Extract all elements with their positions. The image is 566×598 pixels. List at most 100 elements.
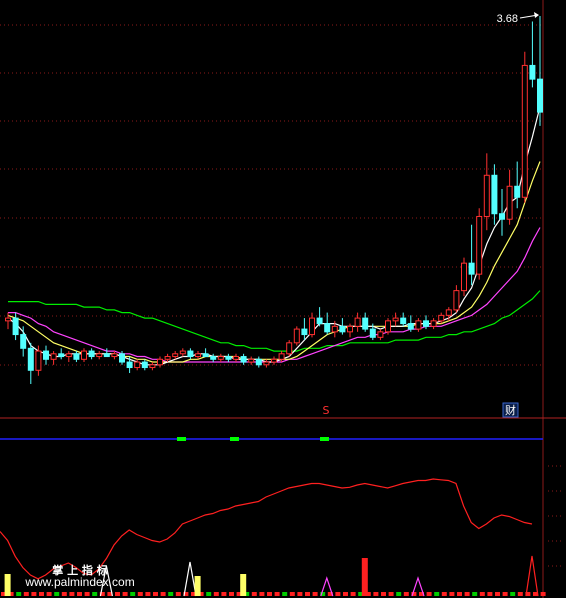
bottom-strip-bar-50 bbox=[381, 592, 386, 596]
candle-body-61 bbox=[468, 262, 475, 275]
candle-body-16 bbox=[126, 361, 133, 369]
candle-body-20 bbox=[157, 358, 163, 366]
bottom-strip-bar-6 bbox=[46, 592, 52, 596]
s-marker: S bbox=[323, 404, 330, 417]
bottom-strip-bar-9 bbox=[69, 592, 75, 596]
bottom-strip-bar-63 bbox=[479, 592, 485, 596]
candle-body-49 bbox=[377, 331, 384, 338]
bottom-strip-bar-65 bbox=[495, 592, 500, 596]
signal-spike-4 bbox=[240, 574, 247, 596]
signal-spike-8 bbox=[525, 555, 539, 597]
candle-body-17 bbox=[134, 361, 141, 369]
candle-body-66 bbox=[506, 185, 513, 220]
candle-body-46 bbox=[354, 317, 361, 327]
candle-body-7 bbox=[58, 353, 65, 358]
bottom-strip-bar-8 bbox=[61, 592, 67, 596]
candle-body-41 bbox=[316, 317, 323, 325]
candle-body-1 bbox=[12, 317, 19, 336]
signal-spike-0 bbox=[4, 574, 11, 596]
candle-body-24 bbox=[187, 350, 194, 358]
bottom-strip-bar-37 bbox=[282, 592, 288, 596]
candle-body-31 bbox=[240, 356, 247, 363]
bottom-strip-bar-58 bbox=[441, 592, 447, 596]
candle-body-64 bbox=[491, 174, 498, 215]
candle-body-67 bbox=[514, 185, 521, 198]
bottom-strip-bar-60 bbox=[457, 592, 462, 596]
bottom-strip-bar-35 bbox=[267, 592, 272, 596]
bottom-strip-bar-71 bbox=[540, 592, 546, 596]
candle-body-11 bbox=[88, 350, 95, 358]
candle-body-48 bbox=[369, 328, 376, 338]
candle-body-62 bbox=[476, 215, 483, 275]
candle-body-22 bbox=[172, 353, 179, 358]
ma-mid-line bbox=[7, 161, 541, 363]
candle-body-38 bbox=[293, 328, 300, 344]
candle-body-25 bbox=[195, 353, 201, 358]
bottom-strip-bar-2 bbox=[16, 592, 22, 596]
candle-body-40 bbox=[309, 317, 315, 336]
bottom-strip-bar-39 bbox=[297, 592, 303, 596]
cai-marker: 财 bbox=[505, 403, 516, 417]
bottom-strip-bar-59 bbox=[449, 592, 455, 596]
bottom-strip-bar-33 bbox=[251, 592, 257, 596]
candle-body-58 bbox=[445, 309, 452, 316]
bottom-strip-bar-15 bbox=[115, 592, 120, 596]
bottom-strip-bar-12 bbox=[92, 592, 98, 596]
bottom-strip-bar-18 bbox=[137, 592, 143, 596]
watermark-url: www.palmindex.com bbox=[24, 575, 134, 589]
bottom-strip-bar-57 bbox=[434, 592, 440, 596]
candle-body-3 bbox=[27, 347, 34, 371]
candle-body-45 bbox=[347, 325, 353, 333]
signal-spike-6 bbox=[361, 558, 368, 596]
candle-body-2 bbox=[20, 334, 27, 349]
bottom-strip-bar-49 bbox=[373, 592, 379, 596]
bottom-strip-bar-64 bbox=[487, 592, 493, 596]
ma-short-line bbox=[7, 106, 541, 366]
candle-body-65 bbox=[499, 213, 505, 220]
candle-body-52 bbox=[400, 317, 407, 325]
candle-body-69 bbox=[529, 64, 536, 80]
bottom-strip-bar-29 bbox=[221, 592, 227, 596]
candle-body-28 bbox=[217, 356, 224, 360]
band-mark-1 bbox=[230, 437, 239, 441]
candle-body-5 bbox=[43, 350, 49, 360]
candle-body-36 bbox=[278, 353, 285, 360]
bottom-strip-bar-4 bbox=[31, 592, 37, 596]
bottom-strip-bar-27 bbox=[206, 592, 212, 596]
candle-body-42 bbox=[324, 323, 331, 333]
candle-body-32 bbox=[248, 358, 255, 363]
candle-body-47 bbox=[362, 317, 369, 330]
candle-body-54 bbox=[415, 320, 422, 330]
candle-body-34 bbox=[263, 361, 270, 366]
bottom-strip-bar-23 bbox=[175, 592, 181, 596]
bottom-strip-bar-36 bbox=[274, 592, 280, 596]
candle-body-4 bbox=[35, 350, 42, 371]
bottom-strip-bar-44 bbox=[335, 592, 341, 596]
candle-body-33 bbox=[255, 358, 262, 366]
candle-body-56 bbox=[430, 320, 437, 327]
signal-spike-2 bbox=[183, 561, 197, 597]
bottom-strip-bar-40 bbox=[305, 592, 310, 596]
bottom-strip-bar-16 bbox=[122, 592, 128, 596]
candle-body-13 bbox=[103, 353, 110, 358]
bottom-strip-bar-56 bbox=[426, 592, 432, 596]
candle-body-23 bbox=[179, 350, 186, 355]
candle-body-12 bbox=[96, 353, 103, 358]
candle-body-15 bbox=[119, 353, 125, 363]
candle-body-37 bbox=[286, 342, 293, 355]
candle-body-70 bbox=[537, 78, 543, 113]
candle-body-59 bbox=[453, 290, 460, 311]
candle-body-29 bbox=[225, 356, 232, 360]
candle-body-68 bbox=[521, 64, 528, 198]
bottom-strip-bar-11 bbox=[84, 592, 90, 596]
chart-canvas: 3.68S 财掌 上 指 标www.palmindex.com bbox=[0, 0, 566, 598]
bottom-strip-bar-3 bbox=[23, 592, 29, 596]
candle-body-35 bbox=[271, 358, 277, 363]
candle-body-14 bbox=[111, 353, 118, 358]
candle-body-39 bbox=[301, 328, 308, 336]
high-arrow-head bbox=[534, 11, 539, 18]
stock-chart: 3.68 S 财掌 上 指 标 www.palmindex.com bbox=[0, 0, 566, 598]
candle-body-63 bbox=[483, 174, 490, 217]
ma-longest-line bbox=[8, 290, 541, 352]
bottom-strip-bar-41 bbox=[312, 592, 318, 596]
